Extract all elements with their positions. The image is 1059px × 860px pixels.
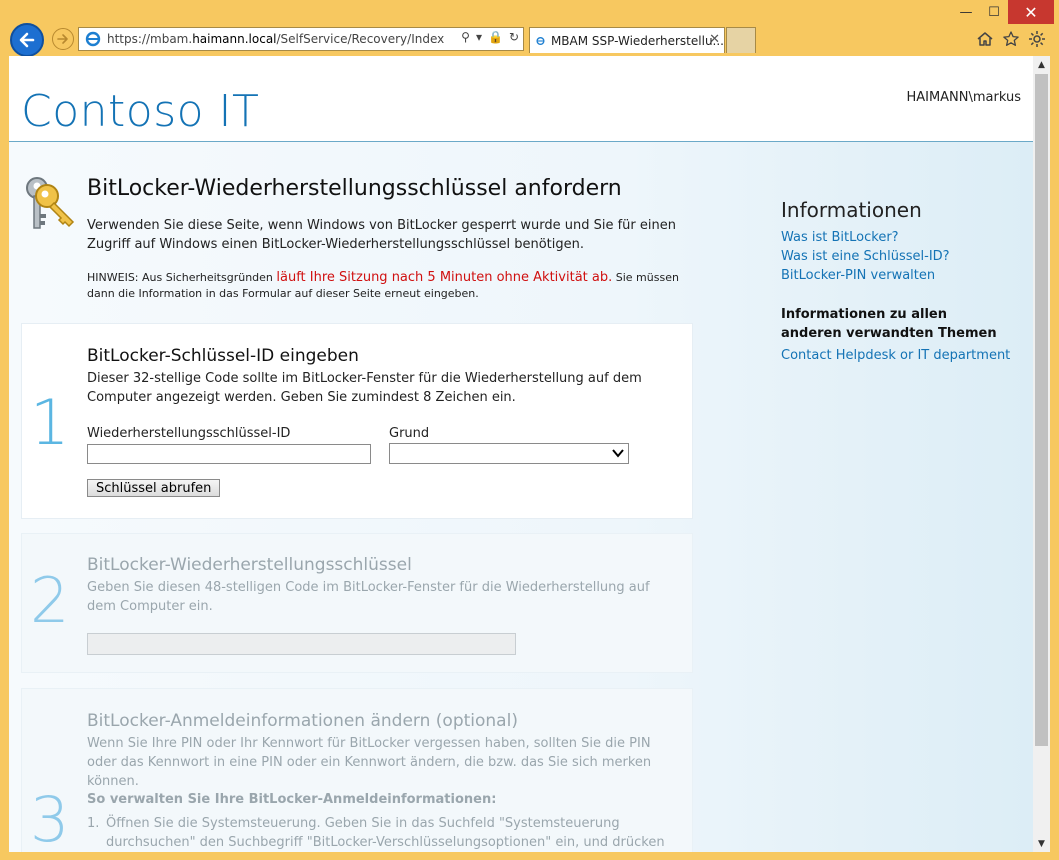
scroll-thumb[interactable] [1035, 74, 1048, 746]
user-name: HAIMANN\markus [906, 90, 1021, 105]
key-id-label: Wiederherstellungsschlüssel-ID [87, 426, 291, 441]
reason-label: Grund [389, 426, 430, 441]
sidebar-subtitle: Informationen zu allen anderen verwandte… [781, 307, 997, 341]
home-icon[interactable] [976, 30, 994, 48]
back-button[interactable] [10, 23, 44, 57]
howto-item: 1. Öffnen Sie die Systemsteuerung. Geben… [87, 816, 665, 850]
forward-button[interactable] [52, 28, 74, 50]
back-arrow-icon [19, 32, 35, 48]
keys-icon [26, 177, 75, 229]
intro-text: Verwenden Sie diese Seite, wenn Windows … [87, 218, 676, 252]
tab-title: MBAM SSP-Wiederherstellu... [550, 33, 724, 48]
step2-title: BitLocker-Wiederherstellungsschlüssel [87, 555, 412, 575]
step1-number: 1 [30, 386, 70, 459]
chevron-down-icon [612, 449, 624, 458]
link-what-is-bitlocker[interactable]: Was ist BitLocker? [781, 230, 899, 245]
new-tab-button[interactable] [726, 27, 756, 53]
main-content: BitLocker-Wiederherstellungsschlüssel an… [9, 142, 1033, 852]
scroll-up-icon[interactable]: ▲ [1033, 56, 1050, 73]
forward-arrow-icon [57, 34, 68, 44]
link-what-is-key-id[interactable]: Was ist eine Schlüssel-ID? [781, 249, 950, 264]
step1-desc: Dieser 32-stellige Code sollte im BitLoc… [87, 371, 642, 405]
step3-title: BitLocker-Anmeldeinformationen ändern (o… [87, 711, 518, 731]
brand-title: Contoso IT [21, 86, 260, 137]
lock-icon[interactable]: 🔒 [488, 30, 503, 44]
step1-panel: 1 BitLocker-Schlüssel-ID eingeben Dieser… [21, 323, 693, 519]
recovery-key-field [87, 633, 516, 655]
howto-title: So verwalten Sie Ihre BitLocker-Anmeldei… [87, 792, 497, 807]
session-warning: läuft Ihre Sitzung nach 5 Minuten ohne A… [276, 270, 613, 285]
link-manage-pin[interactable]: BitLocker-PIN verwalten [781, 268, 935, 283]
address-bar[interactable]: https://mbam.haimann.local/SelfService/R… [78, 27, 524, 51]
step1-title: BitLocker-Schlüssel-ID eingeben [87, 346, 359, 366]
step2-desc: Geben Sie diesen 48-stelligen Code im Bi… [87, 580, 650, 614]
link-contact-helpdesk[interactable]: Contact Helpdesk or IT department [781, 348, 1010, 363]
settings-gear-icon[interactable] [1028, 30, 1046, 48]
ie-logo-icon [85, 31, 101, 47]
url-text[interactable]: https://mbam.haimann.local/SelfService/R… [107, 32, 444, 46]
step2-panel: 2 BitLocker-Wiederherstellungsschlüssel … [21, 533, 693, 673]
key-id-input[interactable] [87, 444, 371, 464]
site-header: Contoso IT HAIMANN\markus [9, 56, 1033, 142]
step3-panel: 3 BitLocker-Anmeldeinformationen ändern … [21, 688, 693, 852]
session-note: HINWEIS: Aus Sicherheitsgründen läuft Ih… [87, 270, 679, 300]
page-viewport: Contoso IT HAIMANN\markus BitLocker-Wied… [9, 56, 1033, 852]
tab-mbam[interactable]: MBAM SSP-Wiederherstellu... ✕ [529, 27, 725, 53]
reason-select[interactable] [389, 443, 629, 464]
step3-desc: Wenn Sie Ihre PIN oder Ihr Kennwort für … [87, 736, 652, 789]
dropdown-icon[interactable]: ▾ [476, 30, 482, 44]
sidebar-title: Informationen [781, 198, 922, 222]
step2-number: 2 [30, 564, 70, 637]
search-icon[interactable]: ⚲ [461, 30, 470, 44]
vertical-scrollbar[interactable]: ▲ ▼ [1033, 56, 1050, 852]
step3-number: 3 [30, 783, 70, 852]
tab-close-icon[interactable]: ✕ [709, 32, 720, 47]
refresh-icon[interactable]: ↻ [509, 30, 519, 44]
scroll-down-icon[interactable]: ▼ [1033, 835, 1050, 852]
ie-tab-icon [536, 36, 545, 45]
close-window-button[interactable]: ✕ [1008, 0, 1054, 24]
page-title: BitLocker-Wiederherstellungsschlüssel an… [87, 176, 622, 201]
favorites-star-icon[interactable] [1002, 30, 1020, 48]
get-key-button[interactable]: Schlüssel abrufen [87, 479, 221, 497]
maximize-button[interactable]: ☐ [980, 0, 1008, 24]
minimize-button[interactable]: — [952, 0, 980, 24]
